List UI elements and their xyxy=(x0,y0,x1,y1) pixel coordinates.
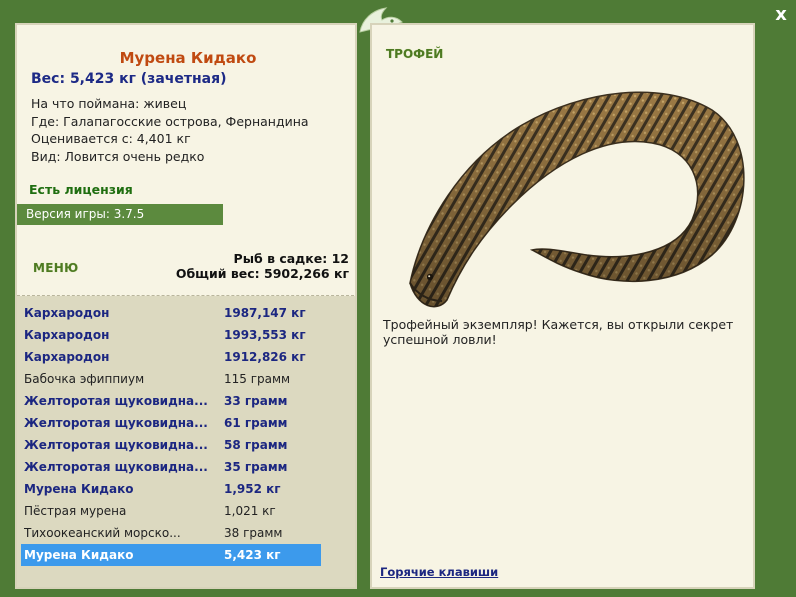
catch-fish-name: Мурена Кидако xyxy=(24,548,134,562)
catch-fish-weight: 1987,147 кг xyxy=(224,306,306,320)
moray-eel-image xyxy=(409,91,745,308)
catch-fish-name: Желторотая щуковидна... xyxy=(24,394,208,408)
hotkeys-link[interactable]: Горячие клавиши xyxy=(380,565,498,579)
catch-fish-weight: 61 грамм xyxy=(224,416,288,430)
catch-fish-weight: 1993,553 кг xyxy=(224,328,306,342)
catch-fish-name: Желторотая щуковидна... xyxy=(24,460,208,474)
menu-button[interactable]: МЕНЮ xyxy=(33,261,78,275)
fish-details: На что поймана: живец Где: Галапагосские… xyxy=(31,95,309,165)
catch-list: Кархародон 1987,147 кг Кархародон 1993,553 … xyxy=(17,296,355,587)
catch-fish-name: Кархародон xyxy=(24,350,110,364)
catch-list-item[interactable]: Кархародон 1912,826 кг xyxy=(21,346,321,368)
keepnet-summary: Рыб в садке: 12 Общий вес: 5902,266 кг xyxy=(176,251,349,281)
catch-fish-name: Желторотая щуковидна... xyxy=(24,438,208,452)
license-status: Есть лицензия xyxy=(29,182,133,197)
catch-list-item-selected[interactable]: Мурена Кидако 5,423 кг xyxy=(21,544,321,566)
catch-list-item[interactable]: Тихоокеанский морско... 38 грамм xyxy=(21,522,321,544)
catch-fish-weight: 1,021 кг xyxy=(224,504,276,518)
bait-info: На что поймана: живец xyxy=(31,96,187,111)
fish-info-panel: Мурена Кидако Вес: 5,423 кг (зачетная) Н… xyxy=(15,23,357,589)
catch-fish-weight: 1,952 кг xyxy=(224,482,281,496)
catch-fish-name: Желторотая щуковидна... xyxy=(24,416,208,430)
catch-list-item[interactable]: Желторотая щуковидна... 35 грамм xyxy=(21,456,321,478)
catch-fish-name: Мурена Кидако xyxy=(24,482,134,496)
catch-list-item[interactable]: Кархародон 1993,553 кг xyxy=(21,324,321,346)
close-icon[interactable]: x xyxy=(770,4,792,26)
catch-fish-weight: 5,423 кг xyxy=(224,548,281,562)
fish-weight: Вес: 5,423 кг (зачетная) xyxy=(31,71,227,87)
catch-fish-weight: 58 грамм xyxy=(224,438,288,452)
catch-fish-name: Пёстрая мурена xyxy=(24,504,127,518)
trophy-panel: ТРОФЕЙ Трофейный экземпляр! Кажется, вы … xyxy=(370,23,755,589)
catch-fish-weight: 115 грамм xyxy=(224,372,291,386)
catch-list-item[interactable]: Мурена Кидако 1,952 кг xyxy=(21,478,321,500)
rating-info: Оценивается с: 4,401 кг xyxy=(31,131,191,146)
catch-fish-weight: 1912,826 кг xyxy=(224,350,306,364)
catch-fish-name: Бабочка эфиппиум xyxy=(24,372,145,386)
location-info: Где: Галапагосские острова, Фернандина xyxy=(31,113,309,129)
keepnet-count: Рыб в садке: 12 xyxy=(233,251,349,266)
catch-fish-weight: 38 грамм xyxy=(224,526,283,540)
catch-fish-name: Кархародон xyxy=(24,306,110,320)
catch-fish-weight: 35 грамм xyxy=(224,460,288,474)
catch-fish-name: Тихоокеанский морско... xyxy=(24,526,181,540)
catch-list-item[interactable]: Желторотая щуковидна... 58 грамм xyxy=(21,434,321,456)
trophy-description: Трофейный экземпляр! Кажется, вы открыли… xyxy=(383,317,734,347)
game-version-bar: Версия игры: 3.7.5 xyxy=(17,204,223,225)
catch-list-item[interactable]: Бабочка эфиппиум 115 грамм xyxy=(21,368,321,390)
catch-fish-name: Кархародон xyxy=(24,328,110,342)
catch-list-item[interactable]: Желторотая щуковидна... 61 грамм xyxy=(21,412,321,434)
catch-list-item[interactable]: Желторотая щуковидна... 33 грамм xyxy=(21,390,321,412)
catch-fish-weight: 33 грамм xyxy=(224,394,288,408)
keepnet-total-weight: Общий вес: 5902,266 кг xyxy=(175,266,349,281)
catch-list-item[interactable]: Кархародон 1987,147 кг xyxy=(21,302,321,324)
fish-title: Мурена Кидако xyxy=(119,49,257,67)
rarity-info: Вид: Ловится очень редко xyxy=(31,148,205,164)
catch-list-item[interactable]: Пёстрая мурена 1,021 кг xyxy=(21,500,321,522)
